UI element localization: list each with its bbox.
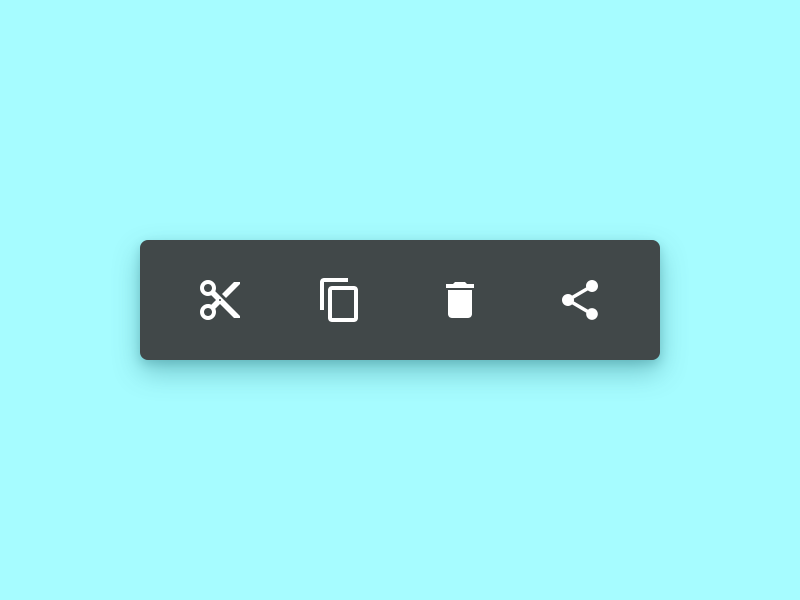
- trash-icon: [446, 282, 474, 318]
- copy-icon: [320, 278, 358, 322]
- share-icon: [562, 280, 598, 320]
- copy-button[interactable]: [300, 260, 380, 340]
- share-button[interactable]: [540, 260, 620, 340]
- cut-button[interactable]: [180, 260, 260, 340]
- delete-button[interactable]: [420, 260, 500, 340]
- action-toolbar: [140, 240, 660, 360]
- scissors-icon: [200, 280, 240, 320]
